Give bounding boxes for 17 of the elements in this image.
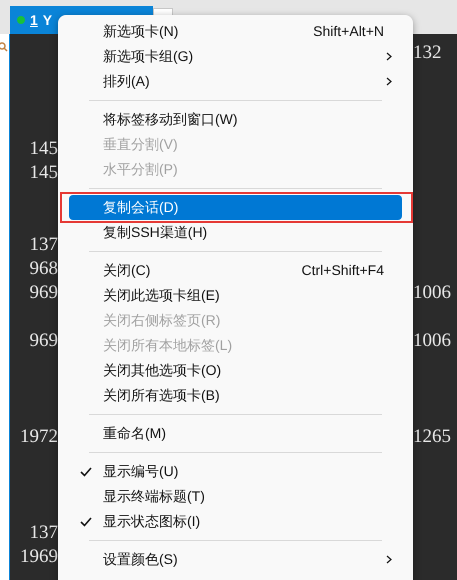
terminal-text: 132 (413, 42, 442, 63)
terminal-text: 968 (30, 258, 58, 279)
terminal-text: 969 (30, 330, 58, 351)
shortcut-text: Ctrl+Shift+F4 (302, 261, 384, 280)
terminal-text: 1972 (20, 426, 58, 447)
terminal-text: 137 (30, 234, 58, 255)
terminal-text: 1006 (413, 330, 451, 351)
tab-title: Y (42, 10, 52, 30)
terminal-text: 1969 (20, 546, 58, 567)
terminal-text: 1265 (413, 426, 451, 447)
shortcut-text: Shift+Alt+N (313, 22, 384, 41)
terminal-text: 145 (30, 138, 58, 159)
terminal-text: 145 (30, 162, 58, 183)
terminal-text: 137 (30, 522, 58, 543)
terminal-text: 1006 (413, 282, 451, 303)
tab-number: 1 (30, 10, 38, 30)
terminal-text: 969 (30, 282, 58, 303)
